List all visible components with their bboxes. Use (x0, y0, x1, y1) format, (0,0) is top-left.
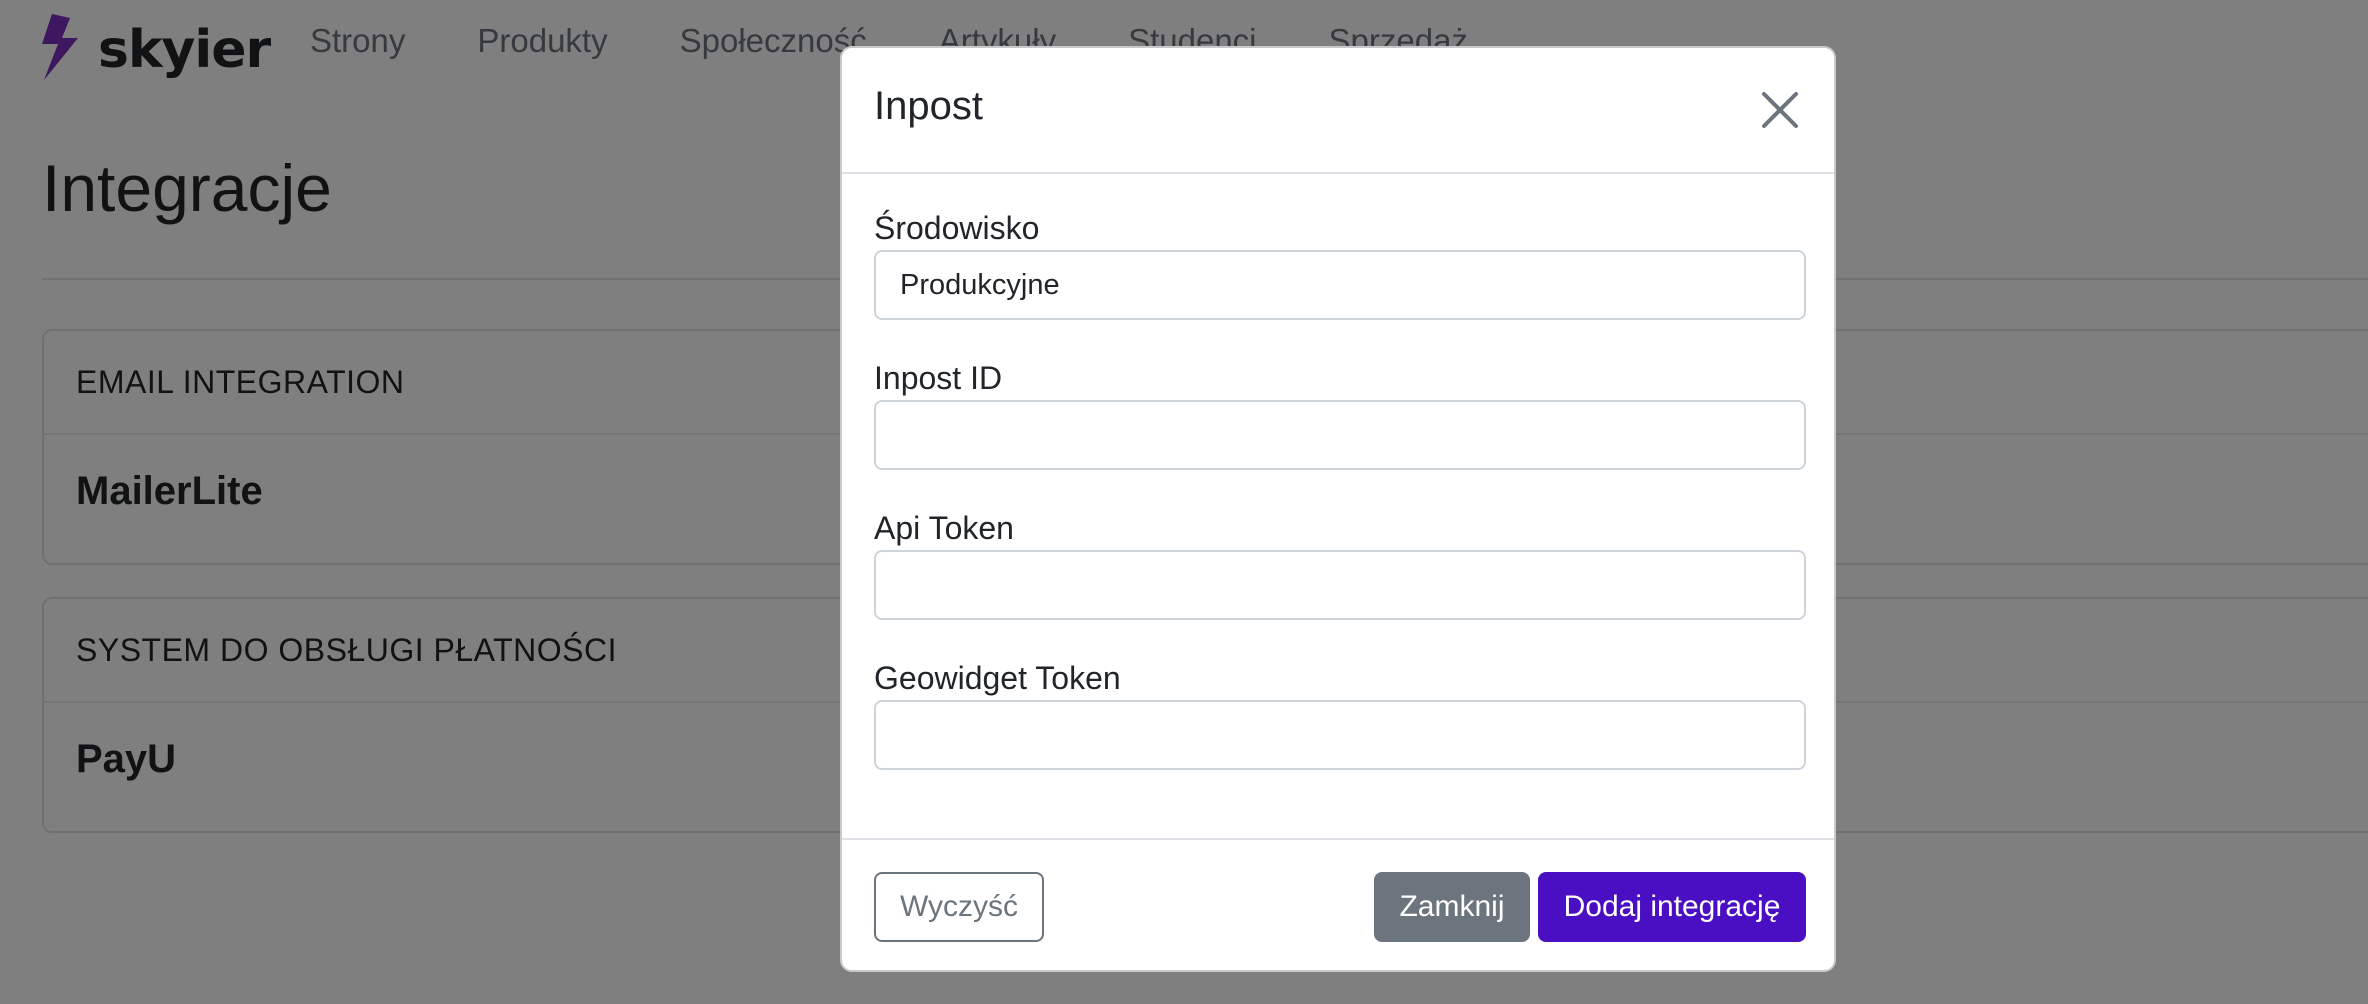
modal-footer: Wyczyść Zamknij Dodaj integrację (842, 838, 1834, 970)
close-button[interactable]: Zamknij (1374, 872, 1530, 942)
environment-label: Środowisko (874, 210, 1040, 246)
modal-body: Środowisko Inpost ID Api Token Geowidget… (842, 174, 1834, 838)
modal-header: Inpost (842, 48, 1834, 174)
clear-button[interactable]: Wyczyść (874, 872, 1044, 942)
close-icon (1756, 92, 1804, 138)
environment-field[interactable] (874, 250, 1806, 320)
api-token-field[interactable] (874, 550, 1806, 620)
inpost-id-label: Inpost ID (874, 360, 1003, 396)
modal-close-button[interactable] (1756, 86, 1804, 134)
add-integration-button[interactable]: Dodaj integrację (1538, 872, 1806, 942)
geowidget-token-label: Geowidget Token (874, 660, 1121, 696)
integration-modal: Inpost Środowisko Inpost ID Api Token Ge… (840, 46, 1836, 972)
api-token-label: Api Token (874, 510, 1014, 546)
modal-title: Inpost (874, 84, 983, 128)
geowidget-token-field[interactable] (874, 700, 1806, 770)
inpost-id-field[interactable] (874, 400, 1806, 470)
